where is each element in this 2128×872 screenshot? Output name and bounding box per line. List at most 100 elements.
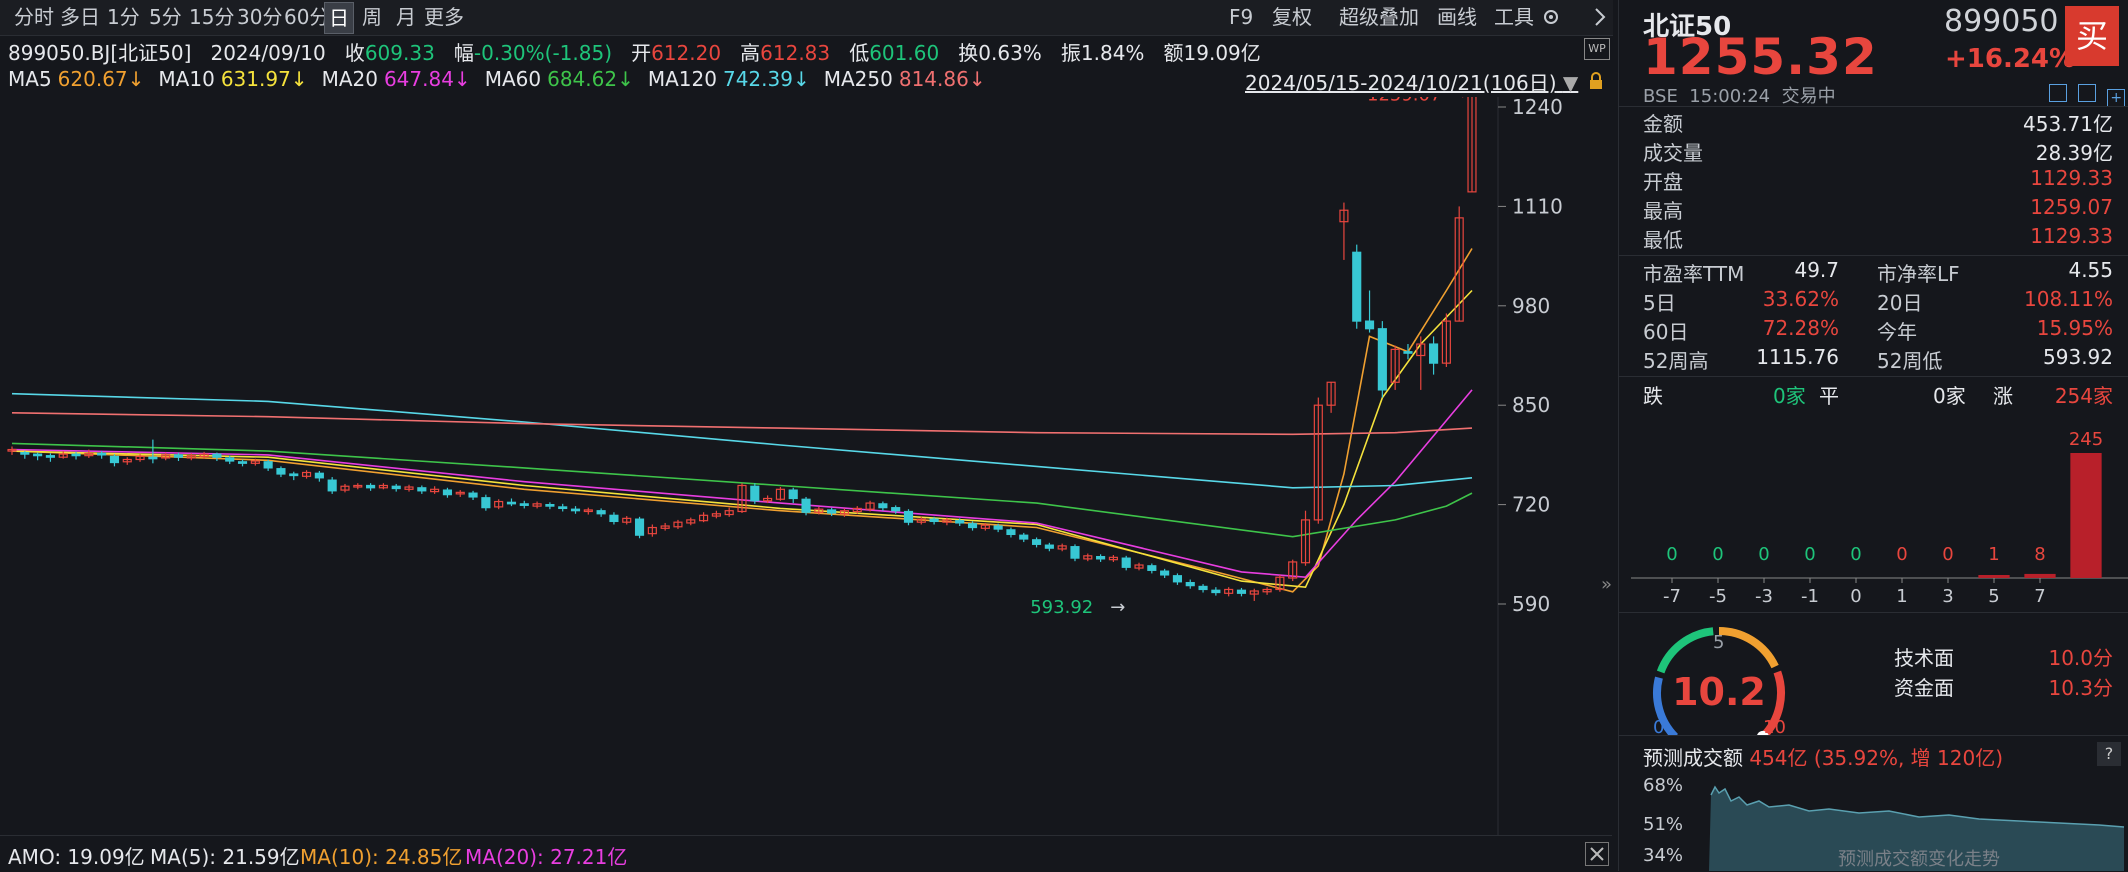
candle[interactable]	[289, 471, 299, 481]
candle[interactable]	[148, 439, 158, 464]
candle[interactable]	[301, 470, 312, 479]
ma-legend-item[interactable]: MA60 684.62↓	[485, 67, 634, 91]
candle[interactable]	[314, 470, 324, 482]
candle[interactable]	[340, 483, 350, 493]
toolbar-tool-1[interactable]: 复权	[1268, 2, 1316, 32]
candle[interactable]	[109, 454, 120, 467]
candle[interactable]	[622, 516, 632, 525]
period-tab-3[interactable]: 5分	[145, 2, 186, 32]
candle[interactable]	[366, 483, 376, 491]
period-tab-2[interactable]: 1分	[103, 2, 144, 32]
candle[interactable]	[404, 484, 414, 492]
candle[interactable]	[237, 459, 248, 467]
toolbar-tool-2[interactable]: 超级叠加	[1335, 2, 1423, 32]
ma-legend-item[interactable]: MA5 620.67↓	[8, 67, 144, 91]
candle[interactable]	[1070, 544, 1080, 562]
candle[interactable]	[1108, 555, 1118, 562]
candle[interactable]	[417, 485, 427, 494]
candle[interactable]	[647, 524, 657, 537]
candle[interactable]	[1262, 587, 1272, 595]
candle[interactable]	[391, 483, 401, 492]
candle[interactable]	[122, 457, 132, 465]
period-tab-1[interactable]: 多日	[56, 2, 104, 32]
collapse-sidebar-arrow[interactable]: »	[1601, 555, 1617, 615]
dist-bar[interactable]	[1978, 575, 2010, 578]
period-tab-9[interactable]: 月	[392, 2, 420, 32]
candle[interactable]	[1185, 579, 1195, 589]
candle[interactable]	[1416, 336, 1426, 390]
candle[interactable]	[1429, 336, 1439, 375]
candle[interactable]	[378, 483, 388, 490]
candle[interactable]	[1249, 588, 1259, 601]
help-button[interactable]: ?	[2097, 742, 2121, 766]
candle[interactable]	[1006, 527, 1016, 538]
candle[interactable]	[545, 502, 555, 510]
ma-legend-item[interactable]: MA120 742.39↓	[648, 67, 810, 91]
candle[interactable]	[481, 494, 491, 511]
candle[interactable]	[673, 519, 683, 530]
candle[interactable]	[558, 503, 568, 512]
candle[interactable]	[1160, 568, 1170, 579]
candle[interactable]	[737, 483, 747, 514]
candle[interactable]	[1313, 397, 1323, 524]
wp-icon[interactable]: WP	[1584, 38, 1610, 60]
toolbar-tool-4[interactable]: 工具	[1490, 2, 1538, 32]
candle[interactable]	[1134, 562, 1144, 571]
candle[interactable]	[1224, 587, 1234, 597]
toolbar-tool-3[interactable]: 画线	[1433, 2, 1481, 32]
candle[interactable]	[1326, 381, 1336, 413]
candle[interactable]	[532, 501, 542, 509]
candle[interactable]	[1300, 510, 1311, 566]
candle[interactable]	[519, 500, 529, 509]
period-tab-10[interactable]: 更多	[420, 2, 468, 32]
candle[interactable]	[455, 490, 465, 497]
candle[interactable]	[1031, 537, 1042, 548]
candle[interactable]	[660, 522, 670, 531]
settings-gear-icon[interactable]	[1538, 4, 1564, 30]
candle[interactable]	[20, 451, 30, 459]
candle[interactable]	[1377, 321, 1387, 398]
candle[interactable]	[1044, 542, 1054, 552]
period-tab-8[interactable]: 周	[358, 2, 386, 32]
candle[interactable]	[750, 483, 760, 504]
ma-legend-item[interactable]: MA20 647.84↓	[322, 67, 471, 91]
close-indicator-icon[interactable]	[1585, 842, 1609, 866]
candle[interactable]	[468, 490, 478, 501]
candle[interactable]	[33, 452, 43, 461]
kline-chart[interactable]: 1240 1110 980 850 720 590 1259.07 → 593.92 →	[0, 83, 1612, 835]
candle[interactable]	[430, 486, 440, 494]
candle[interactable]	[775, 487, 785, 501]
candle[interactable]	[263, 459, 273, 471]
candle[interactable]	[442, 487, 453, 498]
change-distribution-chart[interactable]: 0 0 0 0 0 0 0 1 8 245 -7 -5 -3 -1 0 1 3 5 7	[1619, 405, 2128, 610]
period-tab-0[interactable]: 分时	[10, 2, 58, 32]
edit-icon[interactable]	[2049, 84, 2067, 102]
dist-bar[interactable]	[2024, 573, 2056, 578]
candle[interactable]	[1096, 554, 1106, 562]
candle[interactable]	[724, 507, 734, 517]
candle[interactable]	[570, 506, 581, 514]
candle[interactable]	[596, 508, 606, 517]
ma-legend-item[interactable]: MA10 631.97↓	[158, 67, 307, 91]
candle[interactable]	[1364, 290, 1375, 333]
candle[interactable]	[1236, 587, 1247, 597]
candle[interactable]	[1352, 244, 1362, 329]
popout-icon[interactable]	[2078, 84, 2097, 102]
candle[interactable]	[1275, 574, 1285, 592]
candle[interactable]	[1057, 543, 1067, 552]
candle[interactable]	[45, 453, 55, 462]
candle[interactable]	[1172, 573, 1183, 585]
buy-button[interactable]: 买	[2065, 6, 2119, 66]
candle[interactable]	[327, 477, 337, 494]
dist-bar[interactable]	[2070, 453, 2102, 578]
ma-legend-item[interactable]: MA250 814.86↓	[824, 67, 986, 91]
add-icon[interactable]: +	[2107, 89, 2126, 107]
candle[interactable]	[212, 452, 222, 462]
candle[interactable]	[1211, 587, 1221, 596]
candle[interactable]	[1147, 563, 1157, 574]
candle[interactable]	[801, 496, 811, 516]
toolbar-tool-0[interactable]: F9	[1225, 2, 1257, 32]
date-range-selector[interactable]: 2024/05/15-2024/10/21(106日) ▼	[1245, 67, 1578, 96]
candle[interactable]	[506, 498, 517, 507]
candle[interactable]	[7, 446, 17, 455]
